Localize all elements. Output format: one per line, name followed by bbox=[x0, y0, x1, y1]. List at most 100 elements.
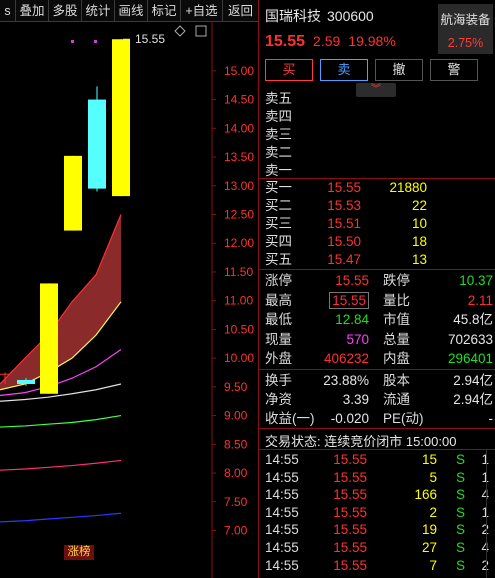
tick-list[interactable]: 14:55 15.55 15 S 1 14:55 15.55 5 S 1 14:55 15.55 1… bbox=[265, 451, 493, 574]
cancel-order-button[interactable]: 撤 bbox=[375, 59, 423, 81]
stat-key: 最低 bbox=[265, 312, 292, 327]
stat-key: 跌停 bbox=[383, 273, 410, 288]
buy-button[interactable]: 买 bbox=[265, 59, 313, 81]
divider bbox=[259, 428, 495, 429]
stat-value: -0.020 bbox=[330, 411, 369, 426]
high-marker-label: 15.55 bbox=[135, 32, 165, 46]
bid-vol: 10 bbox=[411, 216, 427, 231]
stat-value: 2.94亿 bbox=[453, 373, 493, 388]
y-axis-label: 13.00 bbox=[224, 179, 254, 193]
tick-side: S bbox=[455, 557, 465, 573]
y-axis-label: 13.50 bbox=[224, 150, 254, 164]
alarm-button[interactable]: 警 bbox=[430, 59, 478, 81]
trade-buttons: 买 卖 撤 警 bbox=[265, 59, 478, 81]
fundamental-stats: 换手 23.88% 股本 2.94亿 净资 3.39 流通 2.94亿 收益(一) -0.… bbox=[265, 371, 493, 428]
tick-row: 14:55 15.55 15 S 1 bbox=[265, 451, 493, 469]
stat-value: 570 bbox=[346, 331, 369, 347]
tick-price: 15.55 bbox=[333, 504, 367, 520]
square-icon bbox=[195, 25, 207, 37]
stat-value: 15.55 bbox=[335, 273, 369, 288]
ask-vol bbox=[361, 144, 427, 162]
bid-label: 买二 bbox=[265, 198, 292, 213]
stats-row: 现量 570 总量 702633 bbox=[265, 330, 493, 350]
signal-dot bbox=[71, 40, 74, 43]
bid-label: 买一 bbox=[265, 180, 292, 195]
tick-qty: 5 bbox=[429, 469, 437, 485]
toolbar-item-overlay[interactable]: 叠加 bbox=[16, 0, 49, 22]
toolbar-item-multi[interactable]: 多股 bbox=[49, 0, 82, 22]
ask-book: 卖五 卖四 卖三 卖二 卖一 bbox=[265, 90, 493, 180]
toolbar-item-add-watchlist[interactable]: +自选 bbox=[181, 0, 223, 22]
ask-label: 卖四 bbox=[265, 109, 292, 124]
bid-vol: 22 bbox=[411, 198, 427, 213]
stat-value: 702633 bbox=[447, 331, 493, 347]
stats-row: 最高 15.55 量比 2.11 bbox=[265, 291, 493, 311]
tick-side: S bbox=[455, 469, 465, 485]
y-axis-label: 9.00 bbox=[224, 409, 248, 423]
stat-value: 2.11 bbox=[467, 292, 493, 308]
divider bbox=[259, 269, 495, 270]
stats-row: 净资 3.39 流通 2.94亿 bbox=[265, 390, 493, 409]
tick-price: 15.55 bbox=[333, 522, 367, 538]
candle-body bbox=[64, 155, 82, 231]
stat-key: 流通 bbox=[383, 392, 410, 407]
y-axis-label: 10.00 bbox=[224, 351, 254, 365]
last-price: 15.55 bbox=[265, 33, 306, 50]
ask-label: 卖二 bbox=[265, 145, 292, 160]
tick-time: 14:55 bbox=[265, 469, 299, 485]
tick-price: 15.55 bbox=[333, 469, 367, 485]
quote-panel: 国瑞科技 300600 航海装备 2.75% 15.55 2.59 19.98% 买 … bbox=[259, 0, 495, 578]
bid-row: 买二 15.53 22 bbox=[265, 197, 493, 215]
y-axis-label: 14.00 bbox=[224, 121, 254, 135]
bid-vol: 18 bbox=[411, 234, 427, 249]
related-sector[interactable]: 航海装备 2.75% bbox=[438, 4, 493, 54]
tick-qty: 2 bbox=[429, 504, 437, 520]
candle-body bbox=[88, 99, 106, 189]
tick-price: 15.55 bbox=[333, 487, 367, 503]
bid-vol: 21880 bbox=[389, 180, 427, 195]
stats-row: 最低 12.84 市值 45.8亿 bbox=[265, 310, 493, 330]
tick-row: 14:55 15.55 166 S 4 bbox=[265, 486, 493, 504]
bid-price: 15.51 bbox=[327, 216, 361, 231]
sell-button[interactable]: 卖 bbox=[320, 59, 368, 81]
stats-row: 收益(一) -0.020 PE(动) - bbox=[265, 409, 493, 428]
tick-scrollbar[interactable] bbox=[486, 449, 494, 578]
bid-row: 买一 15.55 21880 bbox=[265, 179, 493, 197]
related-sector-name: 航海装备 bbox=[440, 13, 491, 27]
stock-title: 国瑞科技 300600 bbox=[265, 6, 374, 26]
toolbar-item-back[interactable]: 返回 bbox=[223, 0, 258, 22]
ask-price bbox=[299, 90, 361, 108]
stat-value: 12.84 bbox=[335, 312, 369, 327]
tick-time: 14:55 bbox=[265, 452, 299, 467]
stat-value: 296401 bbox=[447, 351, 493, 366]
y-axis-label: 8.00 bbox=[224, 466, 248, 480]
chart-toolbar: s 叠加 多股 统计 画线 标记 +自选 返回 bbox=[0, 0, 258, 22]
bid-label: 买四 bbox=[265, 234, 292, 249]
y-axis-label: 12.00 bbox=[224, 236, 254, 250]
stat-key: 市值 bbox=[383, 312, 410, 327]
bid-row: 买五 15.47 13 bbox=[265, 251, 493, 269]
toolbar-item-mark[interactable]: 标记 bbox=[148, 0, 181, 22]
bid-label: 买五 bbox=[265, 252, 292, 267]
ask-price bbox=[299, 144, 361, 162]
stat-key: 收益(一) bbox=[265, 411, 315, 426]
tick-time: 14:55 bbox=[265, 539, 299, 555]
stock-name: 国瑞科技 bbox=[265, 8, 321, 24]
bid-row: 买四 15.50 18 bbox=[265, 233, 493, 251]
tick-side: S bbox=[455, 504, 465, 520]
ma-line bbox=[0, 459, 122, 471]
tick-price: 15.55 bbox=[333, 539, 367, 555]
bid-label: 买三 bbox=[265, 216, 292, 231]
stats-row: 换手 23.88% 股本 2.94亿 bbox=[265, 371, 493, 390]
ask-vol bbox=[361, 90, 427, 108]
ask-row: 卖四 bbox=[265, 108, 493, 126]
stat-key: 股本 bbox=[383, 373, 410, 388]
ask-label: 卖三 bbox=[265, 127, 292, 142]
toolbar-item-stats[interactable]: 统计 bbox=[82, 0, 115, 22]
stat-key: 总量 bbox=[383, 331, 410, 347]
y-axis-label: 11.50 bbox=[224, 265, 253, 279]
toolbar-item-s[interactable]: s bbox=[0, 0, 16, 22]
toolbar-item-draw[interactable]: 画线 bbox=[115, 0, 148, 22]
kline-chart[interactable]: 15.00 14.50 14.00 13.50 13.00 12.50 12.00 11.50… bbox=[0, 22, 258, 578]
price-change: 2.59 bbox=[313, 33, 341, 49]
